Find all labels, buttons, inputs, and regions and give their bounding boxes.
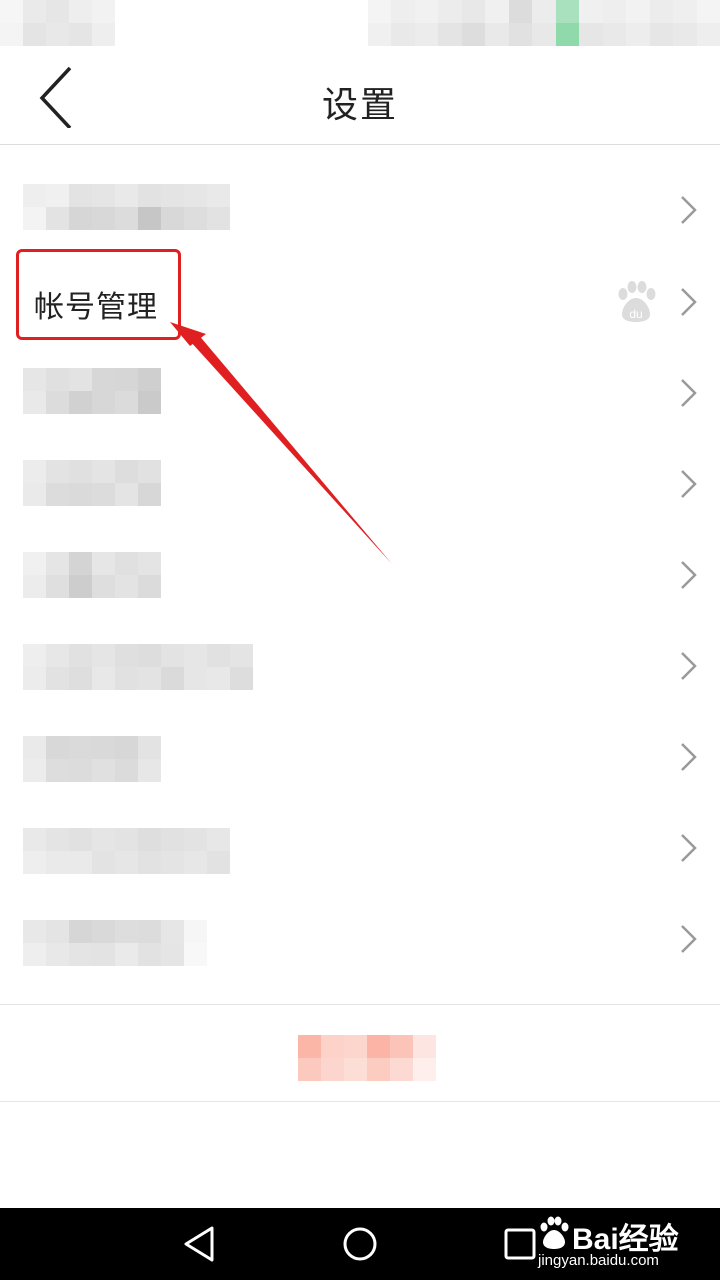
chevron-right-icon — [681, 652, 697, 680]
blurred-label — [23, 368, 161, 414]
chevron-right-icon — [681, 288, 697, 316]
highlight-box — [16, 249, 181, 340]
settings-row-5[interactable] — [0, 529, 720, 620]
chevron-right-icon — [681, 379, 697, 407]
logout-button[interactable] — [0, 1004, 720, 1102]
chevron-right-icon — [681, 470, 697, 498]
status-right-blur — [368, 0, 720, 46]
settings-row-6[interactable] — [0, 620, 720, 711]
blurred-label — [23, 552, 161, 598]
blurred-label — [23, 736, 161, 782]
settings-row-1[interactable] — [0, 164, 720, 255]
settings-row-3[interactable] — [0, 347, 720, 438]
navigation-bar: Bai经验 jingyan.baidu.com — [0, 1208, 720, 1280]
status-left-blur — [0, 0, 115, 46]
baidu-paw-icon — [540, 1216, 569, 1249]
watermark: Bai经验 jingyan.baidu.com — [538, 1214, 698, 1274]
blurred-label — [23, 828, 230, 874]
chevron-right-icon — [681, 561, 697, 589]
title-bar: 设置 — [0, 46, 720, 145]
recents-nav-icon[interactable] — [498, 1222, 542, 1266]
status-bar — [0, 0, 720, 46]
baidu-paw-icon: du — [618, 281, 656, 322]
svg-text:du: du — [629, 307, 642, 321]
settings-row-4[interactable] — [0, 438, 720, 529]
blurred-action-label — [298, 1035, 436, 1081]
settings-row-8[interactable] — [0, 802, 720, 893]
page-title: 设置 — [321, 85, 398, 126]
blurred-label — [23, 184, 230, 230]
back-nav-icon[interactable] — [178, 1222, 222, 1266]
settings-row-9[interactable] — [0, 893, 720, 984]
blurred-label — [23, 644, 253, 690]
blurred-label — [23, 460, 161, 506]
chevron-right-icon — [681, 196, 697, 224]
home-nav-icon[interactable] — [338, 1222, 382, 1266]
chevron-right-icon — [681, 834, 697, 862]
chevron-right-icon — [681, 925, 697, 953]
chevron-right-icon — [681, 743, 697, 771]
watermark-url: jingyan.baidu.com — [538, 1252, 659, 1269]
blurred-label — [23, 920, 207, 966]
settings-row-7[interactable] — [0, 711, 720, 802]
